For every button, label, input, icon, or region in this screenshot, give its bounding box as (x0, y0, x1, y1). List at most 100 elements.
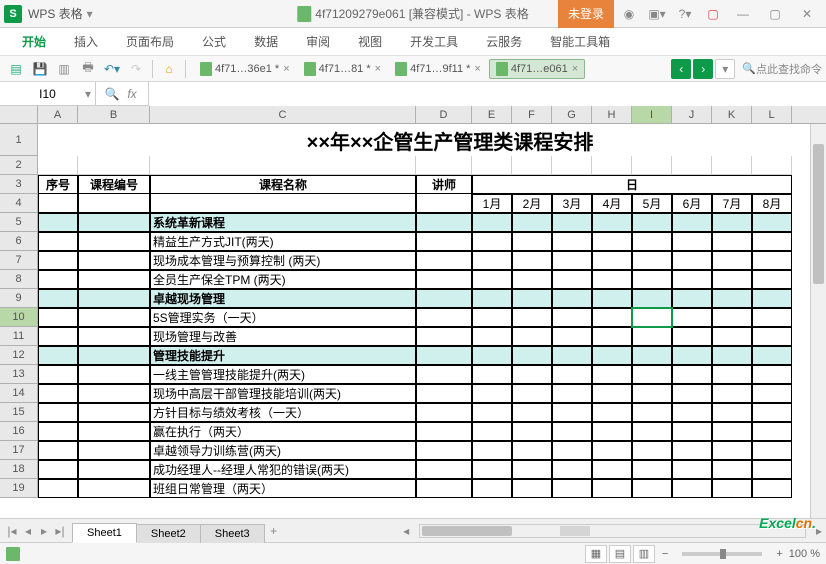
doc-tab-close-icon[interactable]: × (572, 63, 578, 75)
cell[interactable] (78, 460, 150, 479)
close-button[interactable]: ✕ (792, 0, 822, 28)
cell[interactable] (712, 384, 752, 403)
row-header-16[interactable]: 16 (0, 422, 38, 441)
cell[interactable] (552, 346, 592, 365)
row-header-4[interactable]: 4 (0, 194, 38, 213)
hscroll-right[interactable]: ▸ (816, 524, 822, 538)
cell[interactable] (512, 365, 552, 384)
app-menu-dropdown-icon[interactable]: ▾ (87, 7, 93, 21)
sheet-tab-1[interactable]: Sheet2 (136, 524, 201, 543)
cell[interactable] (752, 346, 792, 365)
col-header-J[interactable]: J (672, 106, 712, 123)
cell[interactable] (752, 479, 792, 498)
cell[interactable] (472, 251, 512, 270)
row-header-7[interactable]: 7 (0, 251, 38, 270)
col-header-H[interactable]: H (592, 106, 632, 123)
cell[interactable] (752, 289, 792, 308)
cell[interactable] (632, 156, 672, 175)
cell[interactable] (512, 403, 552, 422)
cell[interactable] (552, 460, 592, 479)
cell[interactable] (38, 384, 78, 403)
cell[interactable] (592, 156, 632, 175)
doc-tab-close-icon[interactable]: × (283, 63, 289, 75)
cell[interactable] (512, 384, 552, 403)
sheet-nav-prev[interactable]: ◂ (20, 524, 36, 538)
save-icon[interactable]: 💾 (29, 58, 51, 80)
cell[interactable] (712, 289, 752, 308)
cell[interactable] (632, 479, 672, 498)
cell[interactable] (78, 270, 150, 289)
print-preview-icon[interactable]: ▥ (53, 58, 75, 80)
cell[interactable] (512, 460, 552, 479)
row-header-12[interactable]: 12 (0, 346, 38, 365)
cell[interactable] (472, 270, 512, 289)
course-name[interactable]: 精益生产方式JIT(两天) (150, 232, 416, 251)
hdr-code[interactable]: 课程编号 (78, 175, 150, 194)
cell[interactable] (38, 460, 78, 479)
cell[interactable] (632, 422, 672, 441)
cell[interactable] (512, 156, 552, 175)
col-header-K[interactable]: K (712, 106, 752, 123)
cell[interactable] (712, 270, 752, 289)
horizontal-scrollbar[interactable] (419, 524, 806, 538)
cell[interactable] (712, 251, 752, 270)
cell[interactable] (672, 213, 712, 232)
cell[interactable] (472, 346, 512, 365)
cell[interactable] (632, 213, 672, 232)
cell[interactable] (552, 384, 592, 403)
print-icon[interactable]: 🖶 (77, 58, 99, 80)
cell[interactable] (712, 232, 752, 251)
cell[interactable] (416, 365, 472, 384)
cell[interactable] (38, 213, 78, 232)
redo-icon[interactable]: ↷ (125, 58, 147, 80)
cell[interactable] (472, 384, 512, 403)
menu-item-9[interactable]: 智能工具箱 (536, 28, 624, 56)
course-name[interactable]: 卓越现场管理 (150, 289, 416, 308)
fx-button[interactable]: fx (122, 87, 142, 101)
cell[interactable] (416, 479, 472, 498)
cell[interactable] (632, 308, 672, 327)
sheet-nav-next[interactable]: ▸ (36, 524, 52, 538)
cell[interactable] (712, 422, 752, 441)
cell[interactable] (38, 365, 78, 384)
new-icon[interactable]: ▤ (5, 58, 27, 80)
sheet-title[interactable]: ××年××企管生产管理类课程安排 (150, 124, 750, 156)
cell[interactable] (632, 232, 672, 251)
cell[interactable] (78, 156, 150, 175)
doc-tab-1[interactable]: 4f71…81 *× (298, 60, 387, 78)
course-name[interactable]: 全员生产保全TPM (两天) (150, 270, 416, 289)
doc-tab-3[interactable]: 4f71…e061× (489, 59, 585, 79)
cell[interactable] (752, 156, 792, 175)
row-header-13[interactable]: 13 (0, 365, 38, 384)
cell[interactable] (632, 289, 672, 308)
menu-item-1[interactable]: 插入 (60, 28, 112, 56)
cell[interactable] (672, 251, 712, 270)
cell[interactable] (416, 232, 472, 251)
cell[interactable] (752, 232, 792, 251)
cell[interactable] (472, 156, 512, 175)
row-header-18[interactable]: 18 (0, 460, 38, 479)
cell[interactable] (416, 422, 472, 441)
cell[interactable] (472, 479, 512, 498)
cell[interactable] (752, 213, 792, 232)
cell[interactable] (150, 194, 416, 213)
row-header-10[interactable]: 10 (0, 308, 38, 327)
cell[interactable] (632, 403, 672, 422)
cell[interactable] (592, 460, 632, 479)
hdr-name[interactable]: 课程名称 (150, 175, 416, 194)
hdr-month-7[interactable]: 8月 (752, 194, 792, 213)
cell[interactable] (752, 270, 792, 289)
cell[interactable] (472, 213, 512, 232)
cell[interactable] (752, 251, 792, 270)
cell[interactable] (672, 403, 712, 422)
cell[interactable] (592, 213, 632, 232)
doc-tab-close-icon[interactable]: × (474, 63, 480, 75)
cell[interactable] (552, 422, 592, 441)
cell[interactable] (672, 346, 712, 365)
cell[interactable] (592, 327, 632, 346)
hdr-month-5[interactable]: 6月 (672, 194, 712, 213)
row-header-11[interactable]: 11 (0, 327, 38, 346)
cell[interactable] (78, 346, 150, 365)
cell[interactable] (38, 289, 78, 308)
view-page-button[interactable]: ▤ (609, 545, 631, 563)
